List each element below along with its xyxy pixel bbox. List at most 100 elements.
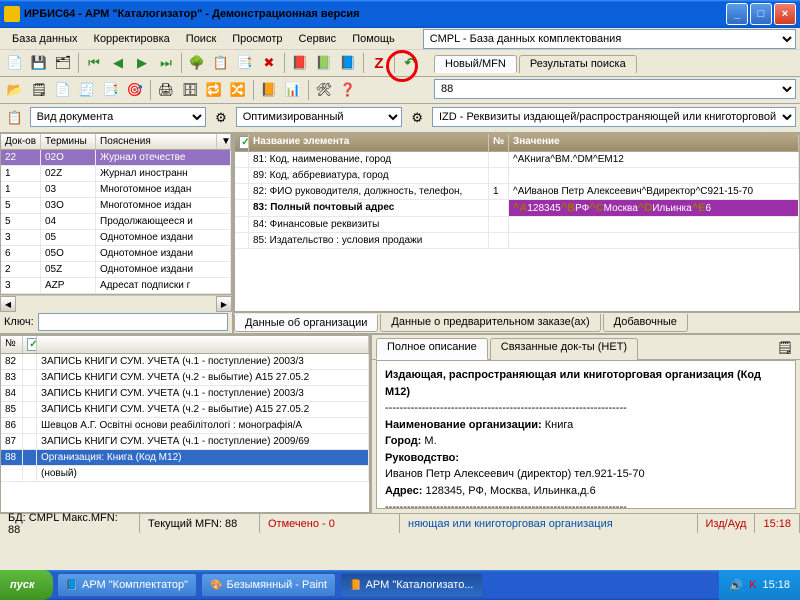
tab-results[interactable]: Результаты поиска [519,55,637,73]
menu-search[interactable]: Поиск [178,31,224,47]
delete-icon[interactable]: ✖ [258,52,280,74]
tb2-3-icon[interactable]: 📄 [52,79,74,101]
record-row[interactable]: 83ЗАПИСЬ КНИГИ СУМ. УЧЕТА (ч.2 - выбытие… [1,370,369,386]
first-icon[interactable]: ⏮ [83,52,105,74]
tb2-8-icon[interactable]: 🗄 [179,79,201,101]
fields-grid[interactable]: ✓ Название элемента № Значение 81: Код, … [234,133,800,312]
tb2-2-icon[interactable]: 🗒 [28,79,50,101]
tab-additional[interactable]: Добавочные [603,314,688,332]
menu-help[interactable]: Помощь [344,31,403,47]
last-icon[interactable]: ⏭ [155,52,177,74]
record-row[interactable]: 82ЗАПИСЬ КНИГИ СУМ. УЧЕТА (ч.1 - поступл… [1,354,369,370]
tb2-1-icon[interactable]: 📂 [4,79,26,101]
status-mode: Изд/Ауд [698,514,756,533]
cfg-icon[interactable]: ⚙ [210,107,232,129]
minimize-button[interactable]: _ [726,3,748,25]
terms-row[interactable]: 504Продолжающееся и [1,214,231,230]
field-row[interactable]: 81: Код, наименование, город^AКнига^BМ.^… [235,152,799,168]
terms-row[interactable]: 305Однотомное издани [1,230,231,246]
task-item-3[interactable]: 📙АРМ "Каталогизато... [340,573,482,597]
tb2-13-icon[interactable]: 🛠 [313,79,335,101]
start-button[interactable]: пуск [0,570,53,600]
prev-icon[interactable]: ◀ [107,52,129,74]
tree3-icon[interactable]: 📑 [234,52,256,74]
new-icon[interactable]: 📄 [4,52,26,74]
izd-select[interactable]: IZD - Реквизиты издающей/распространяюще… [432,107,796,127]
mfn-select[interactable]: 88 [434,79,796,99]
save-icon[interactable]: 💾 [28,52,50,74]
record-row[interactable]: 87ЗАПИСЬ КНИГИ СУМ. УЧЕТА (ч.1 - поступл… [1,434,369,450]
terms-row[interactable]: 2202OЖурнал отечестве [1,150,231,166]
tb2-4-icon[interactable]: 🧾 [76,79,98,101]
book2-icon[interactable]: 📗 [313,52,335,74]
field-row[interactable]: 85: Издательство : условия продажи [235,233,799,249]
optimize-select[interactable]: Оптимизированный [236,107,403,127]
terms-grid[interactable]: Док-ов Термины Пояснения ▼ 2202OЖурнал о… [0,133,232,295]
tab-preorder[interactable]: Данные о предварительном заказе(ах) [380,314,600,332]
status-info: няющая или книготорговая организация [400,514,698,533]
system-tray[interactable]: 🔊 K 15:18 [719,570,800,600]
field-row[interactable]: 89: Код, аббревиатура, город [235,168,799,184]
window-title: ИРБИС64 - АРМ "Каталогизатор" - Демонстр… [24,8,360,20]
tray-icon-2[interactable]: K [749,579,756,591]
task-item-2[interactable]: 🎨Безымянный - Paint [201,573,336,597]
record-row[interactable]: 88Организация: Книга (Код M12) [1,450,369,466]
book1-icon[interactable]: 📕 [289,52,311,74]
close-button[interactable]: × [774,3,796,25]
records-list[interactable]: № ✓ 82ЗАПИСЬ КНИГИ СУМ. УЧЕТА (ч.1 - пос… [0,335,370,513]
cfg2-icon[interactable]: ⚙ [406,107,428,129]
key-input[interactable] [38,313,228,331]
tray-icon-1[interactable]: 🔊 [729,579,743,592]
tb2-11-icon[interactable]: 📙 [258,79,280,101]
terms-row[interactable]: 102ZЖурнал иностранн [1,166,231,182]
terms-row[interactable]: 103Многотомное издан [1,182,231,198]
menu-service[interactable]: Сервис [291,31,345,47]
menu-database[interactable]: База данных [4,31,86,47]
terms-row[interactable]: 3AZPАдресат подписки г [1,278,231,294]
tree2-icon[interactable]: 📋 [210,52,232,74]
doc-type-select[interactable]: Вид документа [30,107,207,127]
terms-row[interactable]: 503OМноготомное издан [1,198,231,214]
fields-tabs: Данные об организации Данные о предварит… [234,312,800,333]
terms-scrollbar[interactable]: ◀▶ [0,295,232,311]
tab-linked[interactable]: Связанные док-ты (НЕТ) [490,338,638,360]
record-row[interactable]: 86Шевцов А.Г. Освітні основи реабілітоло… [1,418,369,434]
tab-full-desc[interactable]: Полное описание [376,338,488,360]
record-row[interactable]: (новый) [1,466,369,482]
fields-grid-header: ✓ Название элемента № Значение [235,134,799,152]
tb2-6-icon[interactable]: 🎯 [124,79,146,101]
tb2-7-icon[interactable]: 🖨 [155,79,177,101]
field-row[interactable]: 82: ФИО руководителя, должность, телефон… [235,184,799,200]
tree1-icon[interactable]: 🌳 [186,52,208,74]
save-as-icon[interactable]: 🗂 [52,52,74,74]
z-icon[interactable]: Z [368,52,390,74]
terms-grid-header: Док-ов Термины Пояснения ▼ [1,134,231,150]
terms-row[interactable]: 205ZОднотомное издани [1,262,231,278]
field-row[interactable]: 84: Финансовые реквизиты [235,217,799,233]
task-item-1[interactable]: 📘АРМ "Комплектатор" [57,573,198,597]
tab-org-data[interactable]: Данные об организации [234,314,378,332]
filter-icon[interactable]: 📋 [4,107,26,129]
menu-bar: База данных Корректировка Поиск Просмотр… [0,28,800,50]
tab-new-mfn[interactable]: Новый/MFN [434,55,517,73]
status-bar: БД: CMPL Макс.MFN: 88 Текущий MFN: 88 От… [0,513,800,533]
key-label: Ключ: [4,316,34,328]
menu-correction[interactable]: Корректировка [86,31,178,47]
menu-view[interactable]: Просмотр [224,31,290,47]
book3-icon[interactable]: 📘 [337,52,359,74]
next-icon[interactable]: ▶ [131,52,153,74]
tb2-14-icon[interactable]: ❓ [337,79,359,101]
tb2-5-icon[interactable]: 📑 [100,79,122,101]
tb2-9-icon[interactable]: 🔁 [203,79,225,101]
tb2-12-icon[interactable]: 📊 [282,79,304,101]
record-row[interactable]: 84ЗАПИСЬ КНИГИ СУМ. УЧЕТА (ч.1 - поступл… [1,386,369,402]
terms-row[interactable]: 605OОднотомное издани [1,246,231,262]
field-row[interactable]: 83: Полный почтовый адрес^A128345^BРФ^CМ… [235,200,799,217]
desc-tool-icon[interactable]: 🗒 [774,337,796,359]
record-row[interactable]: 85ЗАПИСЬ КНИГИ СУМ. УЧЕТА (ч.2 - выбытие… [1,402,369,418]
maximize-button[interactable]: □ [750,3,772,25]
database-select[interactable]: CMPL - База данных комплектования [423,29,796,49]
return-icon[interactable]: ↶ [399,52,421,74]
tb2-10-icon[interactable]: 🔀 [227,79,249,101]
status-db: БД: CMPL Макс.MFN: 88 [0,514,140,533]
